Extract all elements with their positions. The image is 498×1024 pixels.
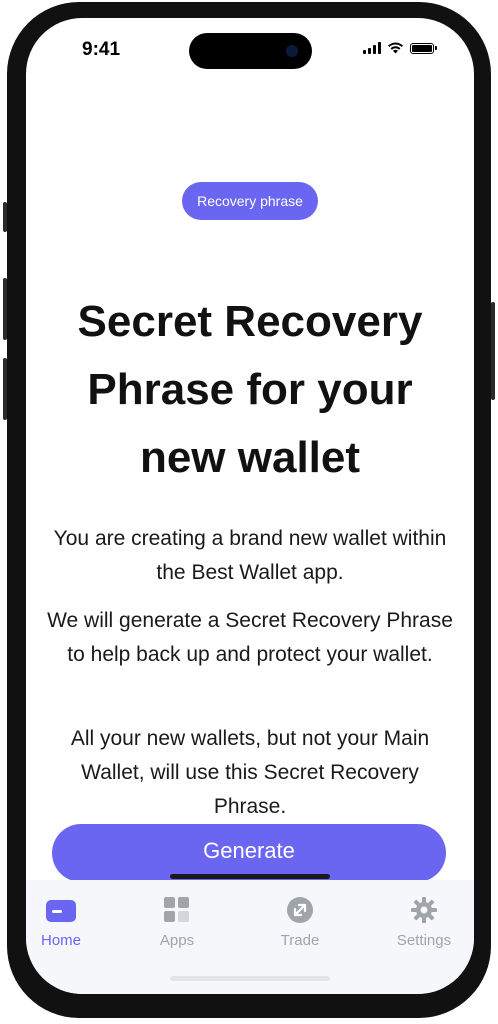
camera-icon — [286, 45, 298, 57]
action-button — [3, 202, 7, 232]
page-title: Secret Recovery Phrase for your new wall… — [77, 297, 423, 482]
tab-settings[interactable]: Settings — [379, 896, 469, 949]
grid-icon — [164, 897, 189, 922]
generate-info-paragraph: We will generate a Secret Recovery Phras… — [47, 609, 453, 666]
volume-up-button — [3, 278, 7, 340]
tab-settings-label: Settings — [396, 932, 452, 949]
tab-home-label: Home — [40, 932, 81, 949]
wallet-icon — [46, 900, 76, 922]
tab-home[interactable]: Home — [26, 896, 106, 949]
intro-paragraph: You are creating a brand new wallet with… — [53, 527, 447, 584]
tab-bar: Home Apps Trade Settings — [26, 880, 474, 994]
tab-trade[interactable]: Trade — [255, 896, 345, 949]
wifi-icon — [388, 42, 403, 54]
dynamic-island — [189, 33, 312, 69]
status-bar: 9:41 — [26, 18, 474, 78]
cellular-signal-icon — [363, 42, 381, 54]
status-icons — [363, 42, 437, 54]
status-time: 9:41 — [82, 39, 121, 60]
wallets-info-paragraph: All your new wallets, but not your Main … — [70, 727, 430, 818]
sheet-handle — [170, 874, 330, 879]
volume-down-button — [3, 358, 7, 420]
tab-apps-label: Apps — [159, 932, 195, 949]
screen: 9:41 Recovery phrase Secret Recovery Phr… — [26, 18, 474, 994]
power-button — [491, 302, 495, 400]
tab-trade-label: Trade — [280, 932, 320, 949]
tab-apps[interactable]: Apps — [132, 896, 222, 949]
gear-icon — [411, 897, 437, 923]
battery-icon — [410, 42, 437, 54]
swap-arrow-icon — [287, 897, 313, 923]
recovery-phrase-badge: Recovery phrase — [182, 182, 318, 220]
home-indicator — [170, 976, 330, 981]
